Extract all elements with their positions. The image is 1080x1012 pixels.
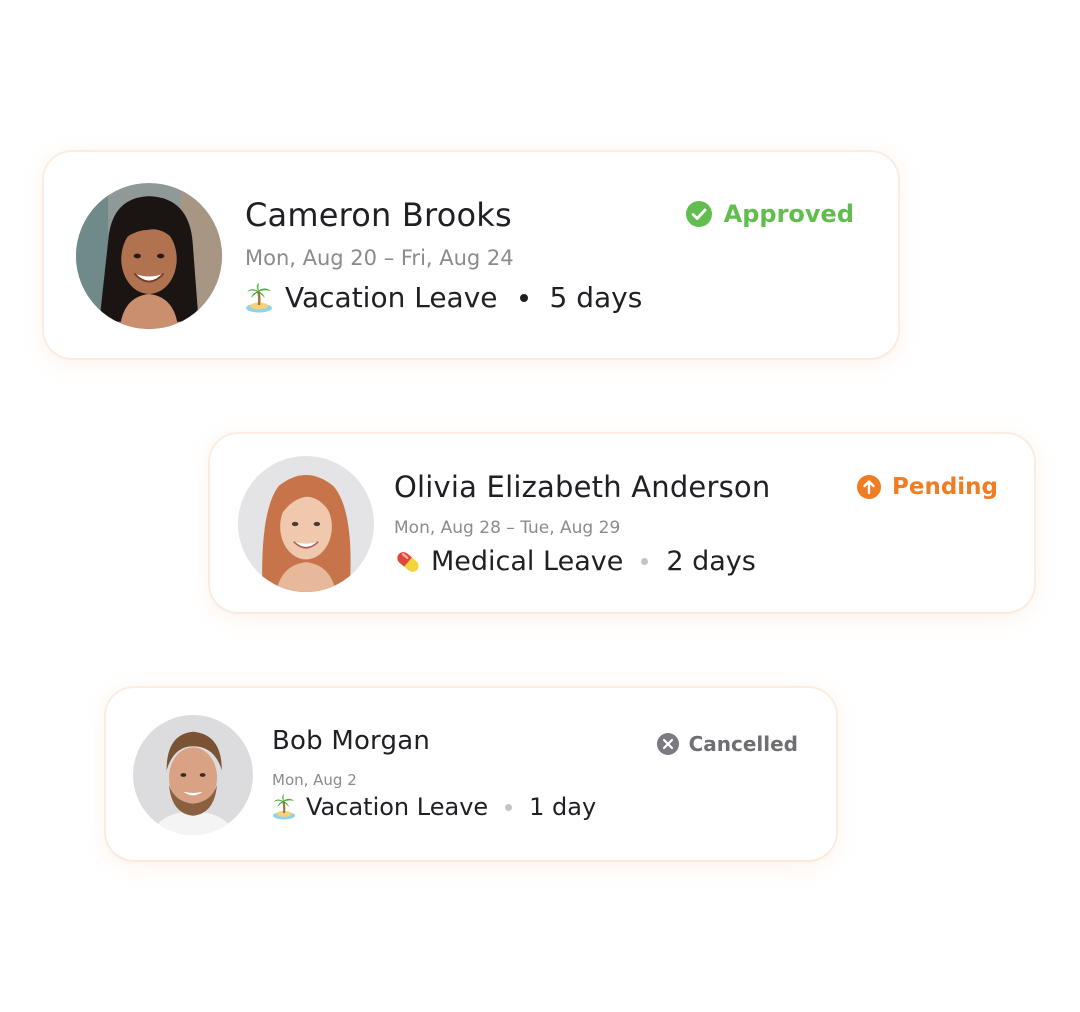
leave-dates: Mon, Aug 2 [272, 771, 357, 789]
status-label: Approved [723, 200, 854, 228]
status-badge: Cancelled [656, 732, 798, 756]
avatar [133, 715, 253, 835]
employee-name: Bob Morgan [272, 726, 430, 756]
leave-dates: Mon, Aug 20 – Fri, Aug 24 [245, 246, 514, 270]
employee-name: Olivia Elizabeth Anderson [394, 470, 771, 504]
separator-dot [519, 293, 528, 302]
status-label: Pending [891, 474, 998, 500]
avatar [238, 456, 374, 592]
leave-request-card[interactable]: Cameron Brooks Mon, Aug 20 – Fri, Aug 24… [44, 152, 898, 358]
palm-island-icon [245, 282, 273, 313]
leave-dates: Mon, Aug 28 – Tue, Aug 29 [394, 518, 621, 538]
leave-summary: Vacation Leave 5 days [245, 281, 642, 314]
leave-type: Vacation Leave [306, 793, 489, 821]
avatar [76, 183, 222, 329]
leave-request-card[interactable]: Olivia Elizabeth Anderson Mon, Aug 28 – … [210, 434, 1034, 612]
status-badge: Approved [685, 200, 854, 228]
leave-summary: Vacation Leave 1 day [272, 793, 596, 821]
leave-type: Medical Leave [431, 546, 624, 577]
separator-dot [505, 803, 513, 811]
x-circle-icon [656, 733, 679, 755]
leave-summary: Medical Leave 2 days [394, 546, 756, 577]
employee-name: Cameron Brooks [245, 196, 512, 234]
status-badge: Pending [856, 474, 998, 500]
leave-duration: 5 days [549, 281, 643, 314]
pill-icon [394, 548, 422, 576]
leave-duration: 1 day [529, 793, 597, 821]
status-label: Cancelled [688, 732, 798, 756]
leave-duration: 2 days [666, 546, 756, 577]
leave-request-card[interactable]: Bob Morgan Mon, Aug 2 Vacation Leave 1 d… [106, 688, 836, 860]
check-circle-icon [685, 201, 712, 227]
separator-dot [641, 558, 649, 565]
arrow-up-circle-icon [856, 475, 881, 499]
palm-island-icon [272, 794, 296, 820]
leave-type: Vacation Leave [285, 281, 498, 314]
